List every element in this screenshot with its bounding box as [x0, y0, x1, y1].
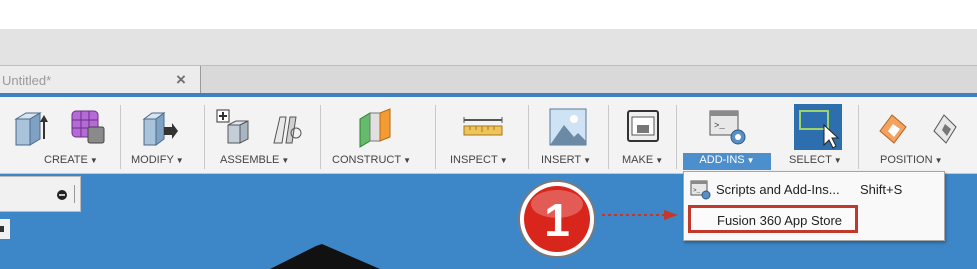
scripts-and-addins-shortcut: Shift+S	[860, 182, 903, 197]
scripts-and-addins-label: Scripts and Add-Ins...	[716, 182, 840, 197]
toolbar-addins-tab[interactable]: ADD-INS ▼	[683, 153, 771, 170]
insert-image-icon[interactable]	[548, 107, 588, 147]
model-silhouette	[270, 244, 380, 269]
position-capture-icon[interactable]	[930, 111, 960, 145]
document-tab-row: Untitled* ×	[0, 65, 977, 94]
dotted-arrow-icon	[602, 210, 678, 220]
toolbar-make-label[interactable]: MAKE ▼	[622, 154, 663, 166]
svg-text:>_: >_	[693, 187, 701, 194]
box-icon[interactable]	[12, 109, 48, 149]
scripts-and-addins-menu-item[interactable]: >_ Scripts and Add-Ins... Shift+S	[684, 174, 944, 202]
scripts-addins-icon[interactable]: >_	[708, 109, 748, 147]
joint-icon[interactable]	[270, 109, 304, 147]
toolbar-separator	[435, 105, 436, 169]
svg-text:>_: >_	[714, 121, 725, 131]
measure-ruler-icon[interactable]	[462, 117, 504, 137]
app-store-label: Fusion 360 App Store	[717, 213, 843, 228]
browser-panel-row	[0, 219, 10, 239]
toolbar-position-label[interactable]: POSITION ▼	[880, 154, 942, 166]
title-bar	[0, 29, 977, 65]
callout-badge-icon: 1	[518, 180, 596, 258]
sculpt-form-icon[interactable]	[66, 107, 106, 147]
position-icon[interactable]	[876, 111, 910, 145]
toolbar-assemble-label[interactable]: ASSEMBLE ▼	[220, 154, 289, 166]
toolbar: CREATE▼ MODIFY▼ ASSEMBLE▼ CONSTRUCT▼	[0, 97, 977, 174]
panel-divider	[74, 185, 75, 203]
toolbar-insert-label[interactable]: INSERT ▼	[541, 154, 591, 166]
document-tab-title: Untitled*	[2, 73, 52, 88]
toolbar-separator	[528, 105, 529, 169]
3d-printer-icon[interactable]	[626, 109, 660, 145]
toolbar-separator	[320, 105, 321, 169]
new-component-icon[interactable]	[214, 107, 254, 147]
toolbar-separator	[676, 105, 677, 169]
toolbar-construct-label[interactable]: CONSTRUCT ▼	[332, 154, 411, 166]
toolbar-separator	[858, 105, 859, 169]
toolbar-separator	[120, 105, 121, 169]
toolbar-select-label[interactable]: SELECT ▼	[789, 154, 842, 166]
document-tab[interactable]: Untitled* ×	[0, 66, 201, 94]
browser-panel	[0, 176, 81, 212]
construct-plane-icon[interactable]	[356, 107, 396, 149]
toolbar-create-label[interactable]: CREATE ▼	[44, 154, 98, 166]
toolbar-modify-label[interactable]: MODIFY ▼	[131, 154, 184, 166]
toolbar-separator	[608, 105, 609, 169]
expand-marker-icon[interactable]	[0, 226, 4, 232]
callout-number: 1	[544, 194, 570, 246]
addins-dropdown-menu: >_ Scripts and Add-Ins... Shift+S Fusion…	[683, 171, 945, 241]
select-cursor-icon[interactable]	[798, 109, 840, 149]
step-number-callout: 1	[516, 178, 598, 260]
fusion-360-app-store-menu-item[interactable]: Fusion 360 App Store	[688, 205, 858, 233]
toolbar-inspect-label[interactable]: INSPECT ▼	[450, 154, 508, 166]
collapse-toggle-icon[interactable]	[56, 189, 70, 201]
toolbar-addins-label: ADD-INS ▼	[699, 154, 755, 166]
toolbar-separator	[204, 105, 205, 169]
scripts-addins-icon: >_	[690, 180, 711, 200]
close-icon[interactable]: ×	[176, 70, 186, 90]
modify-icon[interactable]	[138, 107, 178, 149]
